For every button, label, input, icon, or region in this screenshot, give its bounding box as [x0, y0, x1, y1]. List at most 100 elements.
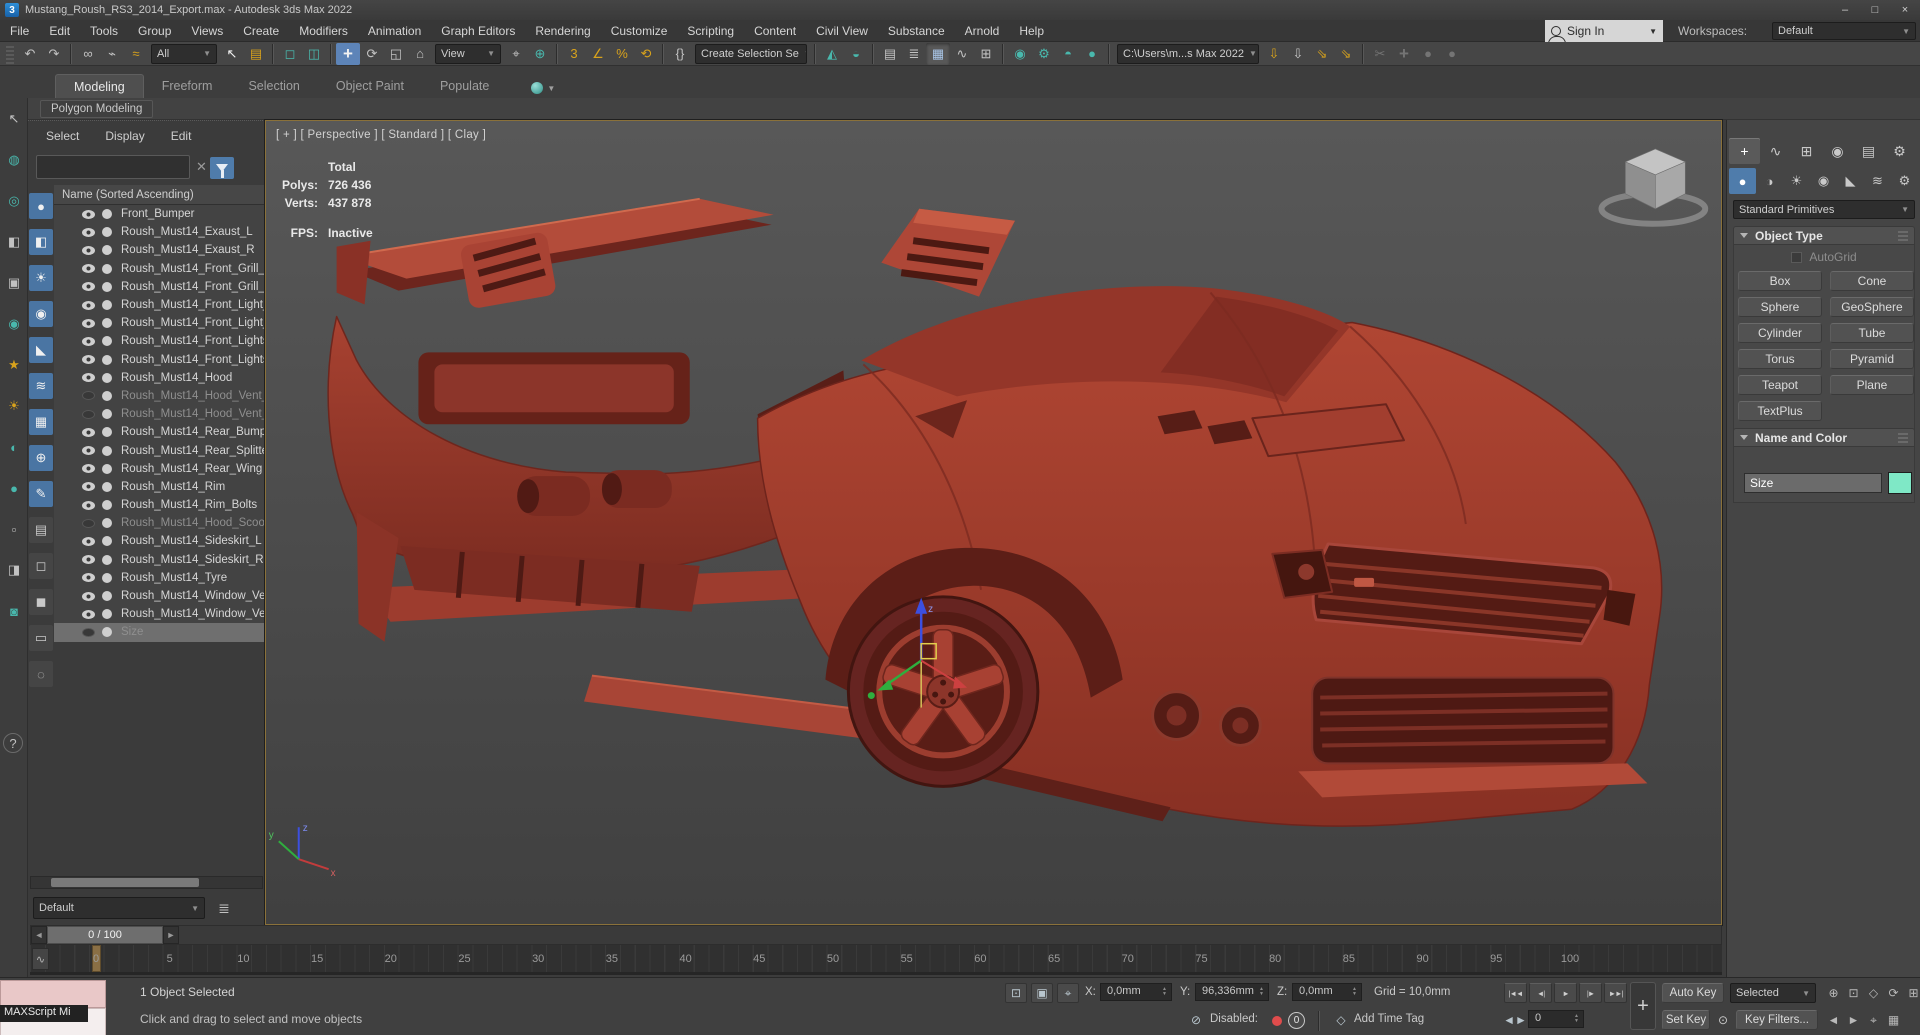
add-key-button[interactable]: + — [1630, 982, 1656, 1030]
explorer-column-header[interactable]: Name (Sorted Ascending) — [54, 185, 265, 205]
plane-tool-icon[interactable]: ▣ — [3, 272, 25, 294]
visibility-eye-icon[interactable] — [82, 391, 95, 401]
time-slider-thumb[interactable]: 0 / 100 — [47, 926, 163, 944]
display-spacewarps-icon[interactable]: ≋ — [29, 373, 53, 399]
visibility-eye-icon[interactable] — [82, 482, 95, 492]
render-tool-icon[interactable]: ● — [3, 477, 25, 499]
menu-group[interactable]: Group — [128, 20, 181, 42]
category-systems[interactable]: ⚙ — [1891, 168, 1918, 194]
add-time-tag[interactable]: Add Time Tag — [1354, 1013, 1424, 1025]
use-pivot-center-icon[interactable]: ⌖ — [504, 43, 528, 65]
set-key-button[interactable]: Set Key — [1662, 1010, 1710, 1030]
go-to-start-button[interactable]: |◄◄ — [1504, 983, 1527, 1003]
project-folder-dropdown[interactable]: C:\Users\m...s Max 2022 ▼ — [1117, 43, 1259, 64]
next-frame-button[interactable]: |► — [1579, 983, 1602, 1003]
visibility-eye-icon[interactable] — [82, 355, 95, 365]
front-wheel-model[interactable] — [846, 595, 1040, 788]
select-by-name-icon[interactable]: ▤ — [244, 43, 268, 65]
object-color-swatch[interactable] — [1888, 472, 1912, 494]
explorer-hscrollbar[interactable] — [30, 876, 263, 889]
disabled-count-badge[interactable]: 0 — [1288, 1012, 1305, 1029]
spinner-icon[interactable]: ▲ ▼ — [1159, 984, 1170, 1000]
orbit-icon[interactable]: ⟳ — [1884, 983, 1903, 1003]
frame-tick-40[interactable]: 40 — [679, 953, 691, 965]
explorer-menu-display[interactable]: Display — [105, 129, 144, 143]
autogrid-checkbox[interactable] — [1791, 251, 1803, 263]
scene-object-row[interactable]: Roush_Must14_Window_Vent_ — [54, 586, 265, 606]
explorer-menu-select[interactable]: Select — [46, 129, 79, 143]
visibility-eye-icon[interactable] — [82, 446, 95, 456]
visibility-eye-icon[interactable] — [82, 373, 95, 383]
category-lights[interactable]: ☀ — [1783, 168, 1810, 194]
layer-stack-icon[interactable]: ≣ — [211, 897, 237, 919]
rectangular-selection-icon[interactable]: ◻ — [278, 43, 302, 65]
disabled-red-indicator[interactable] — [1272, 1016, 1282, 1026]
visibility-eye-icon[interactable] — [82, 227, 95, 237]
category-helpers[interactable]: ◣ — [1837, 168, 1864, 194]
scene-object-row[interactable]: Roush_Must14_Hood_Scoop — [54, 514, 265, 533]
primitive-button-sphere[interactable]: Sphere — [1738, 297, 1822, 317]
frame-tick-60[interactable]: 60 — [974, 953, 986, 965]
select-and-manipulate-icon[interactable]: ⊕ — [528, 43, 552, 65]
y-coordinate-field[interactable]: 96,336mm ▲ ▼ — [1195, 983, 1269, 1001]
frame-tick-55[interactable]: 55 — [901, 953, 913, 965]
scene-object-row[interactable]: Size — [54, 623, 265, 642]
visibility-eye-icon[interactable] — [82, 245, 95, 255]
previous-frame-arrow[interactable]: ◄ — [31, 926, 47, 944]
redo-icon[interactable]: ↷ — [42, 43, 66, 65]
ribbon-tab-populate[interactable]: Populate — [422, 74, 507, 98]
scene-object-row[interactable]: Roush_Must14_Sideskirt_L — [54, 532, 265, 551]
undo-icon[interactable]: ↶ — [18, 43, 42, 65]
current-frame-field[interactable]: 0 ▲ ▼ — [1528, 1010, 1584, 1028]
visibility-eye-icon[interactable] — [82, 282, 95, 292]
visibility-eye-icon[interactable] — [82, 627, 95, 637]
frame-tick-85[interactable]: 85 — [1343, 953, 1355, 965]
coordinate-system-dropdown[interactable]: View ▼ — [435, 43, 501, 64]
primitive-button-torus[interactable]: Torus — [1738, 349, 1822, 369]
display-hidden-icon[interactable]: ◼ — [29, 589, 53, 615]
menu-substance[interactable]: Substance — [878, 20, 955, 42]
menu-modifiers[interactable]: Modifiers — [289, 20, 358, 42]
visibility-eye-icon[interactable] — [82, 300, 95, 310]
spinner-snap-icon[interactable]: ⟲ — [634, 43, 658, 65]
time-slider[interactable]: ◄ 0 / 100 ► — [30, 925, 1722, 945]
material-editor-icon[interactable]: ◉ — [1008, 43, 1032, 65]
visibility-eye-icon[interactable] — [82, 573, 95, 583]
scene-object-row[interactable]: Roush_Must14_Hood_Vent_R — [54, 405, 265, 424]
frame-tick-50[interactable]: 50 — [827, 953, 839, 965]
disabled-tool-icon-1[interactable]: ✂ — [1368, 43, 1392, 65]
frame-tick-95[interactable]: 95 — [1490, 953, 1502, 965]
scene-object-row[interactable]: Roush_Must14_Front_Grill_bot — [54, 259, 265, 278]
scene-explorer-toggle-icon[interactable]: ▤ — [878, 43, 902, 65]
minimize-button[interactable]: – — [1830, 0, 1860, 20]
curve-editor-icon[interactable]: ∿ — [950, 43, 974, 65]
percent-snap-icon[interactable]: % — [610, 43, 634, 65]
primitive-button-pyramid[interactable]: Pyramid — [1830, 349, 1914, 369]
ribbon-toggle-icon[interactable]: ▦ — [926, 42, 950, 65]
display-cameras-icon[interactable]: ◉ — [29, 301, 53, 327]
next-frame-arrow[interactable]: ► — [163, 926, 179, 944]
material-tool-icon[interactable]: ◐ — [3, 436, 25, 458]
primitive-button-plane[interactable]: Plane — [1830, 375, 1914, 395]
scrollbar-thumb[interactable] — [51, 878, 199, 887]
scene-object-row[interactable]: Roush_Must14_Hood — [54, 368, 265, 387]
frame-tick-30[interactable]: 30 — [532, 953, 544, 965]
visibility-eye-icon[interactable] — [82, 318, 95, 328]
light-tool-icon[interactable]: ★ — [3, 354, 25, 376]
frame-tick-20[interactable]: 20 — [385, 953, 397, 965]
primitive-button-textplus[interactable]: TextPlus — [1738, 401, 1822, 421]
view-cube[interactable] — [1598, 148, 1709, 227]
track-icon[interactable]: ⌖ — [1864, 1010, 1883, 1030]
zoom-icon[interactable]: ⊕ — [1824, 983, 1843, 1003]
search-filter-button[interactable] — [210, 157, 234, 179]
visibility-eye-icon[interactable] — [82, 591, 95, 601]
help-icon[interactable]: ? — [3, 733, 23, 753]
track-bar[interactable]: ∿ 0 5 10 15 20 25 30 35 40 45 50 55 60 65 70 75 80 85 90 95… — [30, 945, 1722, 975]
x-coordinate-field[interactable]: 0,0mm ▲ ▼ — [1100, 983, 1172, 1001]
primitive-button-teapot[interactable]: Teapot — [1738, 375, 1822, 395]
scene-object-row[interactable]: Roush_Must14_Sideskirt_R — [54, 550, 265, 569]
visibility-eye-icon[interactable] — [82, 609, 95, 619]
select-tool-icon[interactable]: ↖ — [3, 108, 25, 130]
scene-object-row[interactable]: Front_Bumper — [54, 205, 265, 224]
visibility-eye-icon[interactable] — [82, 264, 95, 274]
